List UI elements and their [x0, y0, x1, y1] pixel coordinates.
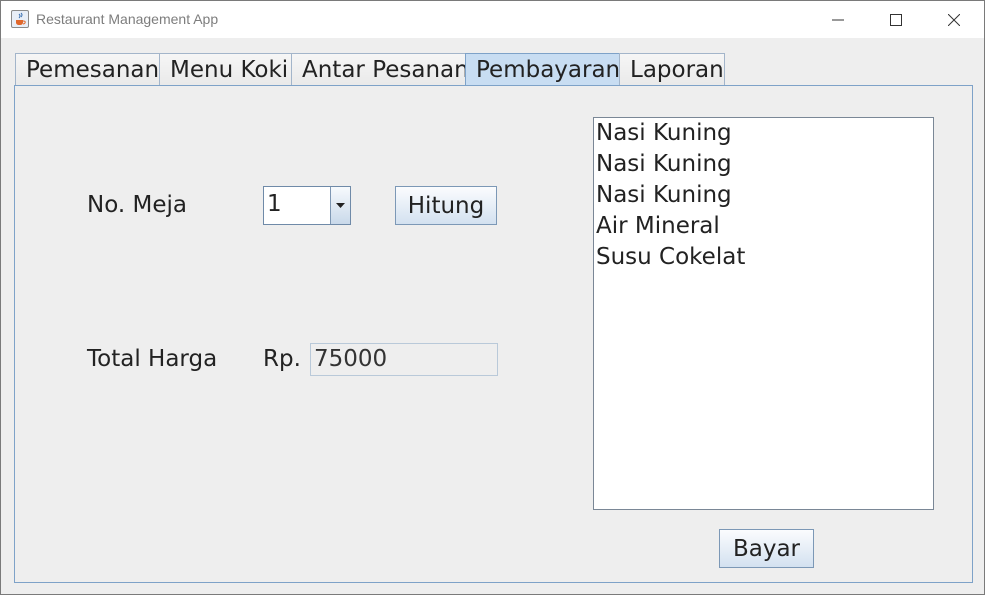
pay-button[interactable]: Bayar: [719, 529, 814, 568]
total-price-label: Total Harga: [87, 346, 218, 372]
tab-laporan[interactable]: Laporan: [619, 53, 725, 86]
maximize-button[interactable]: [867, 1, 925, 38]
payment-panel: No. Meja 1 Hitung Total Harga Rp. 75000 …: [14, 85, 973, 583]
table-number-select[interactable]: 1: [263, 186, 351, 225]
currency-label: Rp.: [263, 346, 301, 372]
tab-antar-pesanan[interactable]: Antar Pesanan: [291, 53, 469, 86]
list-item[interactable]: Nasi Kuning: [594, 118, 933, 149]
java-cup-icon: [11, 10, 29, 28]
window-title: Restaurant Management App: [36, 11, 219, 27]
app-window: Restaurant Management App Pemesanan Menu…: [0, 0, 985, 595]
close-button[interactable]: [925, 1, 983, 38]
table-number-label: No. Meja: [87, 192, 187, 218]
chevron-down-icon[interactable]: [330, 187, 350, 224]
order-items-list[interactable]: Nasi Kuning Nasi Kuning Nasi Kuning Air …: [593, 117, 934, 510]
calculate-button[interactable]: Hitung: [395, 186, 497, 225]
table-number-value: 1: [267, 191, 282, 217]
tab-pemesanan[interactable]: Pemesanan: [15, 53, 160, 86]
tab-pembayaran[interactable]: Pembayaran: [465, 53, 620, 86]
list-item[interactable]: Nasi Kuning: [594, 180, 933, 211]
list-item[interactable]: Air Mineral: [594, 211, 933, 242]
list-item[interactable]: Susu Cokelat: [594, 242, 933, 273]
total-price-field: 75000: [310, 343, 498, 376]
list-item[interactable]: Nasi Kuning: [594, 149, 933, 180]
minimize-button[interactable]: [809, 1, 867, 38]
tab-menu-koki[interactable]: Menu Koki: [159, 53, 292, 86]
title-bar: Restaurant Management App: [1, 1, 984, 38]
